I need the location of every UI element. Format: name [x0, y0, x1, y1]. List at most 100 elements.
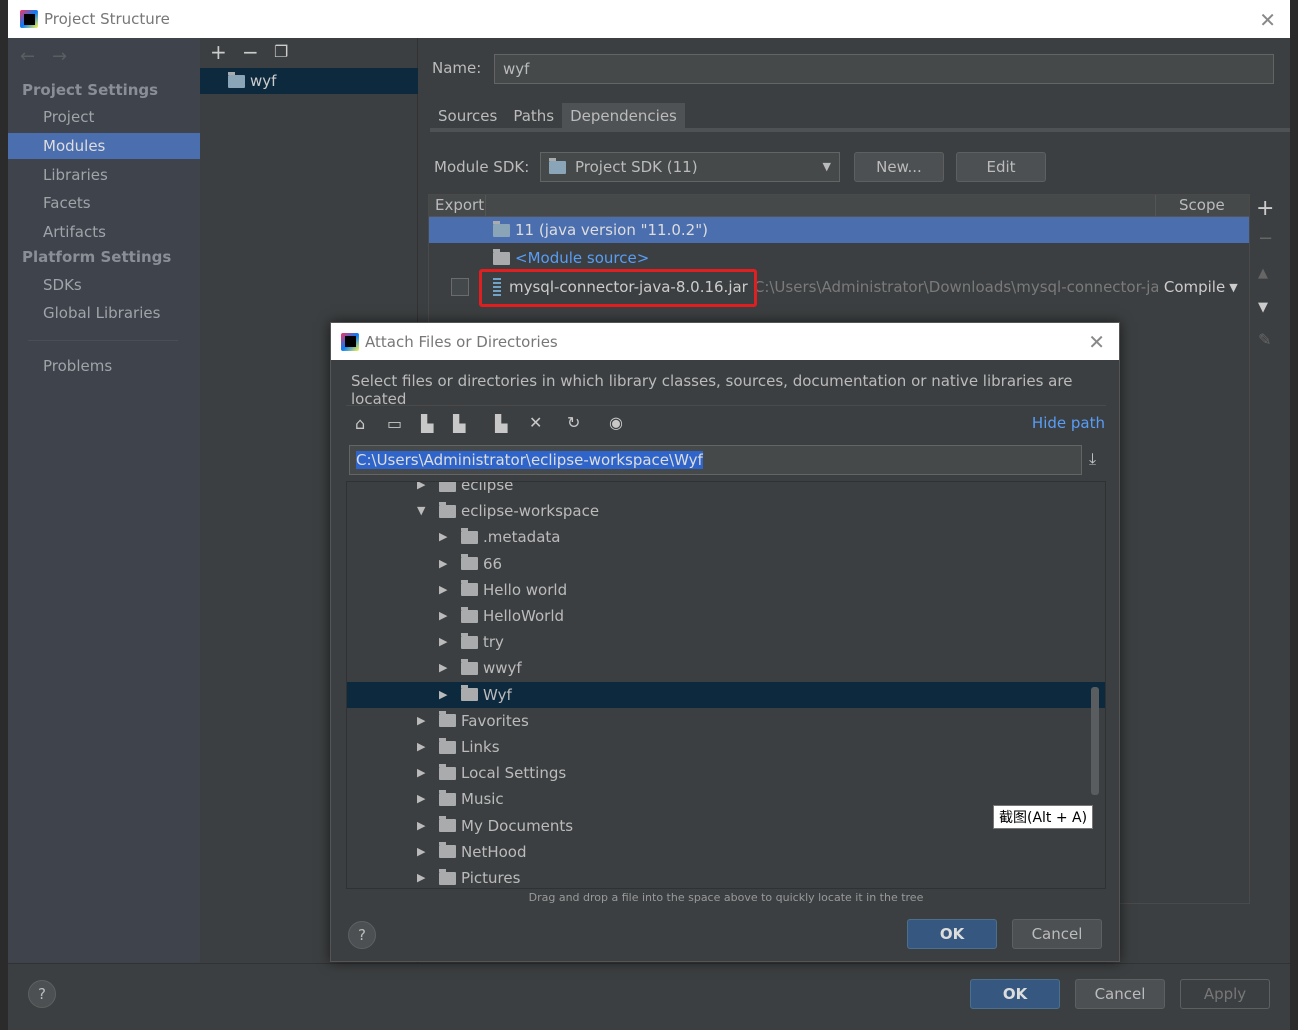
tree-item-label: NetHood: [461, 842, 527, 861]
edit-icon[interactable]: ✎: [1258, 330, 1271, 349]
path-input[interactable]: C:\Users\Administrator\eclipse-workspace…: [349, 445, 1082, 475]
folder-icon: [439, 763, 456, 780]
tree-item-label: Pictures: [461, 869, 521, 887]
tree-item[interactable]: ▶ wwyf: [347, 655, 1105, 681]
file-tree[interactable]: ▶ eclipse ▼ eclipse-workspace ▶ .metadata ▶ 66 ▶…: [346, 481, 1106, 889]
collapsed-arrow-icon[interactable]: ▶: [439, 551, 453, 577]
help-button[interactable]: ?: [348, 921, 376, 949]
sidebar-item-facets[interactable]: Facets: [8, 190, 200, 216]
back-icon[interactable]: ←: [20, 46, 35, 67]
forward-icon[interactable]: →: [52, 46, 67, 67]
help-button[interactable]: ?: [28, 980, 56, 1008]
export-checkbox[interactable]: [451, 278, 469, 296]
collapsed-arrow-icon[interactable]: ▶: [439, 524, 453, 550]
tree-item[interactable]: ▶ NetHood: [347, 839, 1105, 865]
collapsed-arrow-icon[interactable]: ▶: [417, 708, 431, 734]
delete-icon[interactable]: ✕: [529, 413, 542, 432]
new-folder-icon[interactable]: ▙: [495, 414, 507, 433]
sidebar-item-problems[interactable]: Problems: [8, 353, 200, 379]
table-row[interactable]: 11 (java version "11.0.2"): [429, 217, 1249, 243]
add-dependency-icon[interactable]: +: [1256, 196, 1274, 221]
show-hidden-icon[interactable]: ◉: [609, 413, 623, 432]
sidebar-item-sdks[interactable]: SDKs: [8, 272, 200, 298]
folder-icon: [461, 658, 478, 675]
remove-dependency-icon[interactable]: −: [1258, 228, 1273, 249]
add-icon[interactable]: +: [210, 40, 227, 64]
row-name: 11 (java version "11.0.2"): [515, 221, 708, 239]
tree-item[interactable]: ▶ HelloWorld: [347, 603, 1105, 629]
sidebar-item-modules[interactable]: Modules: [8, 133, 200, 159]
desktop-icon[interactable]: ▭: [387, 414, 402, 433]
move-up-icon[interactable]: ▲: [1258, 266, 1268, 281]
table-row[interactable]: <Module source>: [429, 245, 1249, 271]
module-folder-icon: [228, 71, 245, 88]
scrollbar[interactable]: [1091, 687, 1099, 795]
module-item-wyf[interactable]: wyf: [200, 68, 418, 94]
refresh-icon[interactable]: ↻: [567, 413, 580, 432]
sidebar-item-libraries[interactable]: Libraries: [8, 162, 200, 188]
expanded-arrow-icon[interactable]: ▼: [417, 498, 431, 524]
platform-settings-heading: Platform Settings: [22, 248, 172, 266]
tree-item[interactable]: ▶ Links: [347, 734, 1105, 760]
collapsed-arrow-icon[interactable]: ▶: [439, 629, 453, 655]
collapsed-arrow-icon[interactable]: ▶: [417, 786, 431, 812]
ok-button[interactable]: OK: [970, 979, 1060, 1009]
tree-item[interactable]: ▶ Favorites: [347, 708, 1105, 734]
edit-sdk-button[interactable]: Edit: [956, 152, 1046, 182]
project-folder-icon[interactable]: ▙: [421, 414, 433, 433]
folder-icon: [461, 554, 478, 571]
close-icon[interactable]: ✕: [1088, 330, 1105, 354]
collapsed-arrow-icon[interactable]: ▶: [439, 603, 453, 629]
module-folder-icon[interactable]: ▙: [453, 414, 465, 433]
tree-item[interactable]: ▶ eclipse: [347, 482, 1105, 498]
sidebar-item-global-libraries[interactable]: Global Libraries: [8, 300, 200, 326]
move-down-icon[interactable]: ▼: [1258, 300, 1268, 315]
remove-icon[interactable]: −: [242, 40, 259, 64]
home-icon[interactable]: ⌂: [355, 414, 365, 433]
copy-icon[interactable]: ❐: [274, 42, 288, 61]
download-icon[interactable]: ⤓: [1089, 449, 1096, 469]
dialog-cancel-button[interactable]: Cancel: [1012, 919, 1102, 949]
collapsed-arrow-icon[interactable]: ▶: [439, 577, 453, 603]
tab-sources[interactable]: Sources: [430, 103, 506, 129]
tree-item[interactable]: ▶ .metadata: [347, 524, 1105, 550]
collapsed-arrow-icon[interactable]: ▶: [417, 839, 431, 865]
sdk-value: Project SDK (11): [575, 158, 698, 176]
tree-item[interactable]: ▶ My Documents: [347, 813, 1105, 839]
scope-select[interactable]: Compile: [1164, 278, 1225, 296]
collapsed-arrow-icon[interactable]: ▶: [417, 734, 431, 760]
tree-item[interactable]: ▶ Music: [347, 786, 1105, 812]
collapsed-arrow-icon[interactable]: ▶: [417, 760, 431, 786]
divider: [28, 340, 178, 341]
cancel-button[interactable]: Cancel: [1075, 979, 1165, 1009]
tabs: Sources Paths Dependencies: [430, 103, 685, 129]
new-sdk-button[interactable]: New...: [854, 152, 944, 182]
collapsed-arrow-icon[interactable]: ▶: [417, 865, 431, 888]
tree-item[interactable]: ▶ Local Settings: [347, 760, 1105, 786]
col-export: Export: [435, 196, 485, 214]
tree-item[interactable]: ▶ Pictures: [347, 865, 1105, 888]
hide-path-link[interactable]: Hide path: [1032, 414, 1105, 432]
folder-icon: [439, 789, 456, 806]
tree-item[interactable]: ▶ Wyf: [347, 681, 1105, 708]
path-value: C:\Users\Administrator\eclipse-workspace…: [356, 451, 703, 469]
module-sdk-select[interactable]: Project SDK (11) ▼: [540, 152, 840, 182]
collapsed-arrow-icon[interactable]: ▶: [439, 682, 453, 708]
name-input[interactable]: wyf: [494, 54, 1274, 84]
tree-item[interactable]: ▶ try: [347, 629, 1105, 655]
close-icon[interactable]: ✕: [1259, 8, 1276, 32]
collapsed-arrow-icon[interactable]: ▶: [417, 813, 431, 839]
tree-item[interactable]: ▶ 66: [347, 551, 1105, 577]
apply-button[interactable]: Apply: [1180, 979, 1270, 1009]
dialog-ok-button[interactable]: OK: [907, 919, 997, 949]
sidebar-item-artifacts[interactable]: Artifacts: [8, 219, 200, 245]
tree-item-label: 66: [483, 554, 503, 573]
tree-item[interactable]: ▼ eclipse-workspace: [347, 498, 1105, 524]
tree-item[interactable]: ▶ Hello world: [347, 577, 1105, 603]
tab-paths[interactable]: Paths: [505, 103, 562, 129]
collapsed-arrow-icon[interactable]: ▶: [439, 655, 453, 681]
collapsed-arrow-icon[interactable]: ▶: [417, 482, 431, 498]
tab-dependencies[interactable]: Dependencies: [562, 103, 685, 129]
sidebar-item-project[interactable]: Project: [8, 104, 200, 130]
folder-icon: [439, 482, 456, 492]
